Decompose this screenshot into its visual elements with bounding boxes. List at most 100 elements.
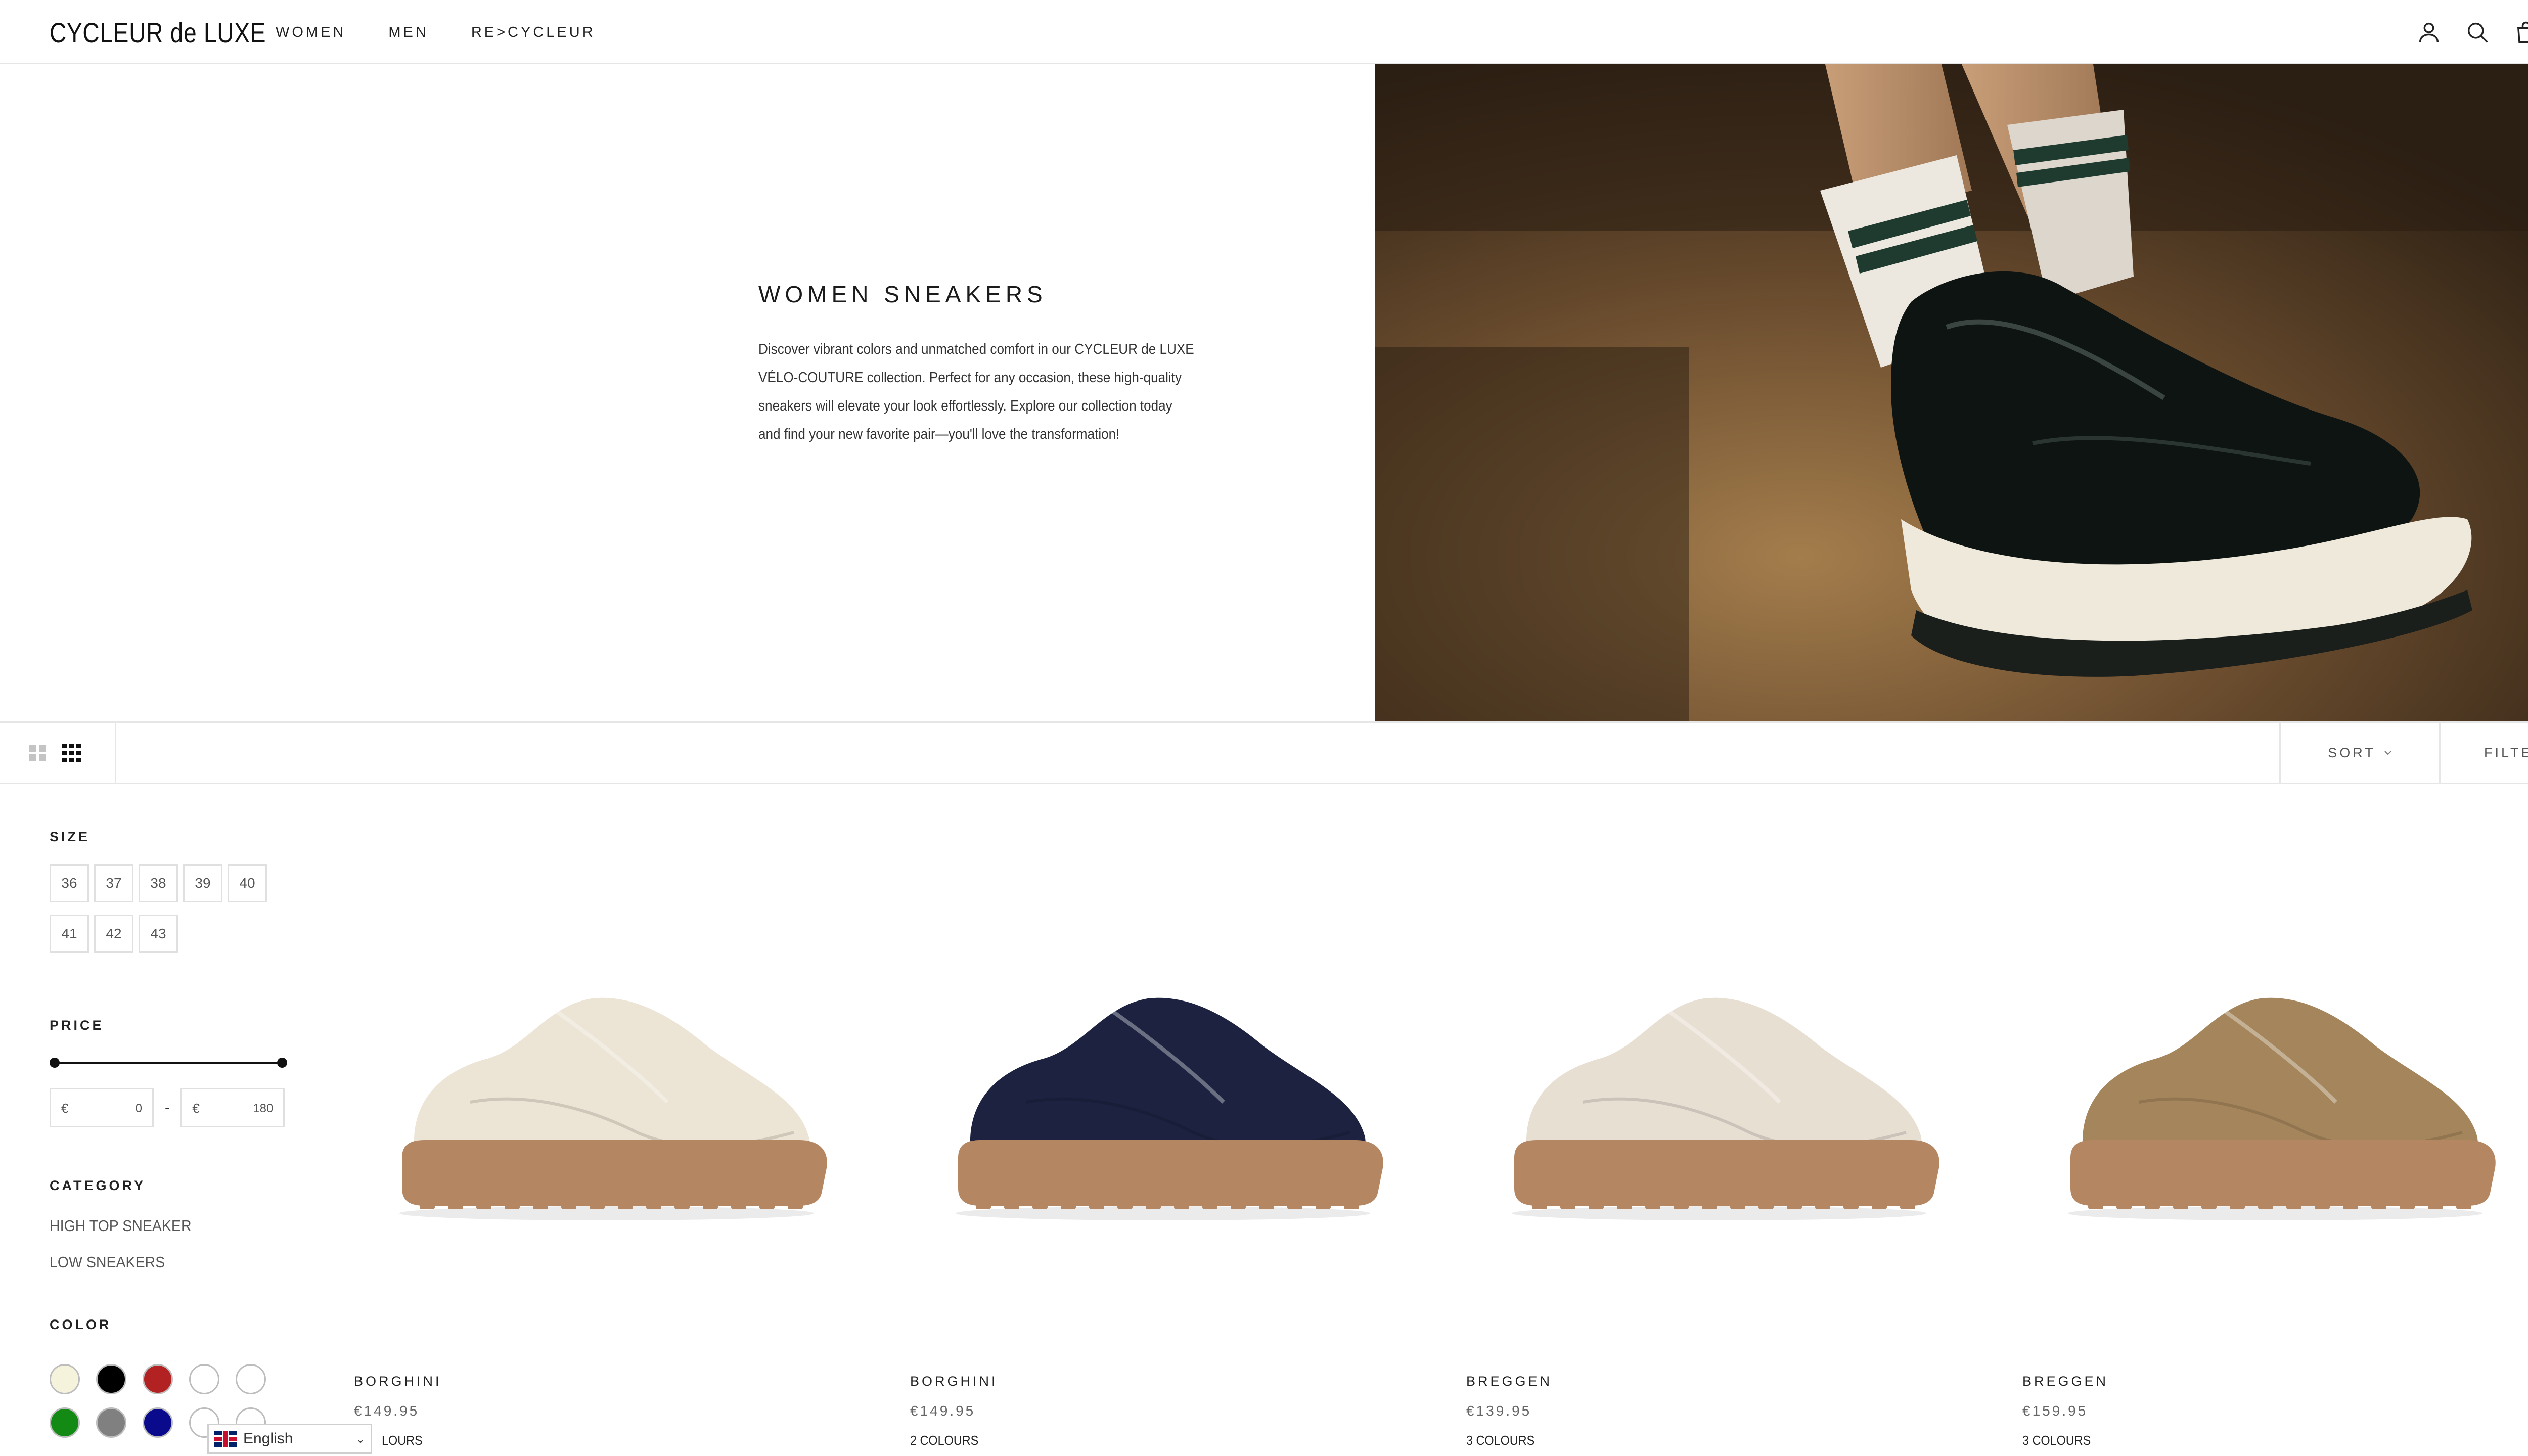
product-image[interactable]: [1466, 950, 1972, 1234]
category-option-high-top[interactable]: HIGH TOP SNEAKER: [50, 1217, 291, 1235]
sole-lug: [2201, 1198, 2217, 1209]
size-options: 36 37 38 39 40 41 42 43: [50, 864, 282, 953]
sole-lug: [2286, 1198, 2301, 1209]
product-name[interactable]: BREGGEN: [2022, 1374, 2108, 1389]
color-swatch[interactable]: [96, 1364, 126, 1394]
shoe-sole: [2070, 1140, 2496, 1206]
shoe-upper: [2082, 997, 2480, 1163]
product-image[interactable]: [354, 950, 860, 1234]
sole-lug: [1146, 1198, 1161, 1209]
sole-lug: [1589, 1198, 1604, 1209]
sole-lug: [976, 1198, 991, 1209]
price-max-input[interactable]: € 180: [180, 1088, 285, 1127]
size-option[interactable]: 36: [50, 864, 89, 902]
color-swatch[interactable]: [189, 1364, 219, 1394]
chevron-down-icon: ⌄: [355, 1432, 366, 1446]
sole-lug: [533, 1198, 548, 1209]
price-slider-max-handle[interactable]: [277, 1058, 287, 1068]
price-separator: -: [165, 1100, 170, 1115]
product-card[interactable]: BREGGEN €159.95 3 COLOURS: [2022, 950, 2528, 1448]
sole-lug: [1787, 1198, 1802, 1209]
color-swatch[interactable]: [50, 1407, 80, 1438]
sneaker-illustration: [399, 997, 827, 1220]
sole-lug: [2173, 1198, 2188, 1209]
nav-item-recycleur[interactable]: RE>CYCLEUR: [471, 24, 596, 41]
category-option-low[interactable]: LOW SNEAKERS: [50, 1253, 291, 1271]
color-swatch[interactable]: [143, 1364, 173, 1394]
sole-lug: [1231, 1198, 1246, 1209]
filter-button[interactable]: FILTER: [2439, 723, 2528, 783]
sole-lug: [646, 1198, 661, 1209]
product-card[interactable]: BORGHINI €149.95 LOURS: [354, 950, 860, 1448]
product-card[interactable]: BORGHINI €149.95 2 COLOURS: [910, 950, 1416, 1448]
sole-lug: [1316, 1198, 1331, 1209]
price-range-slider[interactable]: [50, 1058, 287, 1068]
sole-lug: [1843, 1198, 1859, 1209]
hero-text-block: WOMEN SNEAKERS Discover vibrant colors a…: [758, 281, 1198, 448]
product-price: €139.95: [1466, 1403, 1532, 1419]
three-column-grid-icon[interactable]: [62, 743, 81, 762]
color-swatch[interactable]: [236, 1364, 266, 1394]
size-option[interactable]: 43: [139, 915, 178, 953]
collection-toolbar: SORT FILTER: [0, 721, 2528, 784]
shoe-upper: [1526, 997, 1924, 1163]
sneaker-illustration: [2068, 997, 2496, 1220]
sort-label: SORT: [2328, 745, 2376, 760]
filter-label: FILTER: [2484, 745, 2528, 760]
product-image[interactable]: [2022, 950, 2528, 1234]
sole-lug: [2371, 1198, 2386, 1209]
collection-description: Discover vibrant colors and unmatched co…: [758, 341, 1194, 442]
product-image[interactable]: [910, 950, 1416, 1234]
price-min-input[interactable]: € 0: [50, 1088, 154, 1127]
cart-icon[interactable]: 0: [2513, 19, 2528, 46]
sole-lug: [420, 1198, 435, 1209]
sole-lug: [703, 1198, 718, 1209]
nav-item-men[interactable]: MEN: [388, 24, 428, 41]
language-selector[interactable]: English ⌄: [207, 1424, 372, 1454]
color-swatch[interactable]: [143, 1407, 173, 1438]
price-filter-title: PRICE: [50, 1018, 104, 1033]
sole-lug: [2116, 1198, 2132, 1209]
sole-lug: [788, 1198, 803, 1209]
site-header: CYCLEUR de LUXE WOMEN MEN RE>CYCLEUR 0: [0, 0, 2528, 64]
size-option[interactable]: 40: [228, 864, 267, 902]
size-option[interactable]: 39: [183, 864, 222, 902]
search-icon[interactable]: [2464, 19, 2491, 46]
size-option[interactable]: 42: [94, 915, 133, 953]
product-colour-count: 3 COLOURS: [1466, 1433, 1535, 1448]
account-icon[interactable]: [2416, 19, 2442, 46]
price-slider-min-handle[interactable]: [50, 1058, 60, 1068]
product-card[interactable]: BREGGEN €139.95 3 COLOURS: [1466, 950, 1972, 1448]
sole-lug: [1900, 1198, 1915, 1209]
header-icons: 0: [2416, 19, 2528, 46]
size-option[interactable]: 37: [94, 864, 133, 902]
product-name[interactable]: BORGHINI: [910, 1374, 998, 1389]
size-filter-title: SIZE: [50, 829, 91, 844]
sole-lug: [1287, 1198, 1302, 1209]
two-column-grid-icon[interactable]: [29, 744, 46, 761]
sneaker-illustration: [1512, 997, 1939, 1220]
sole-lug: [1674, 1198, 1689, 1209]
color-swatch[interactable]: [96, 1407, 126, 1438]
size-option[interactable]: 41: [50, 915, 89, 953]
product-colour-count: 3 COLOURS: [2022, 1433, 2091, 1448]
sole-lug: [1174, 1198, 1189, 1209]
sort-button[interactable]: SORT: [2279, 723, 2439, 783]
sole-lug: [2400, 1198, 2415, 1209]
uk-flag-icon: [214, 1431, 237, 1447]
sole-lug: [2343, 1198, 2358, 1209]
site-logo[interactable]: CYCLEUR de LUXE: [50, 16, 266, 49]
sole-lug: [561, 1198, 576, 1209]
price-min-value: 0: [135, 1102, 142, 1115]
size-option[interactable]: 38: [139, 864, 178, 902]
sole-lug: [1560, 1198, 1575, 1209]
sole-lug: [1730, 1198, 1745, 1209]
product-name[interactable]: BORGHINI: [354, 1374, 442, 1389]
nav-item-women[interactable]: WOMEN: [276, 24, 346, 41]
sole-lug: [505, 1198, 520, 1209]
sole-lug: [674, 1198, 690, 1209]
shoe-sole: [1514, 1140, 1939, 1206]
product-name[interactable]: BREGGEN: [1466, 1374, 1552, 1389]
color-swatch[interactable]: [50, 1364, 80, 1394]
chevron-down-icon: [2384, 751, 2391, 755]
